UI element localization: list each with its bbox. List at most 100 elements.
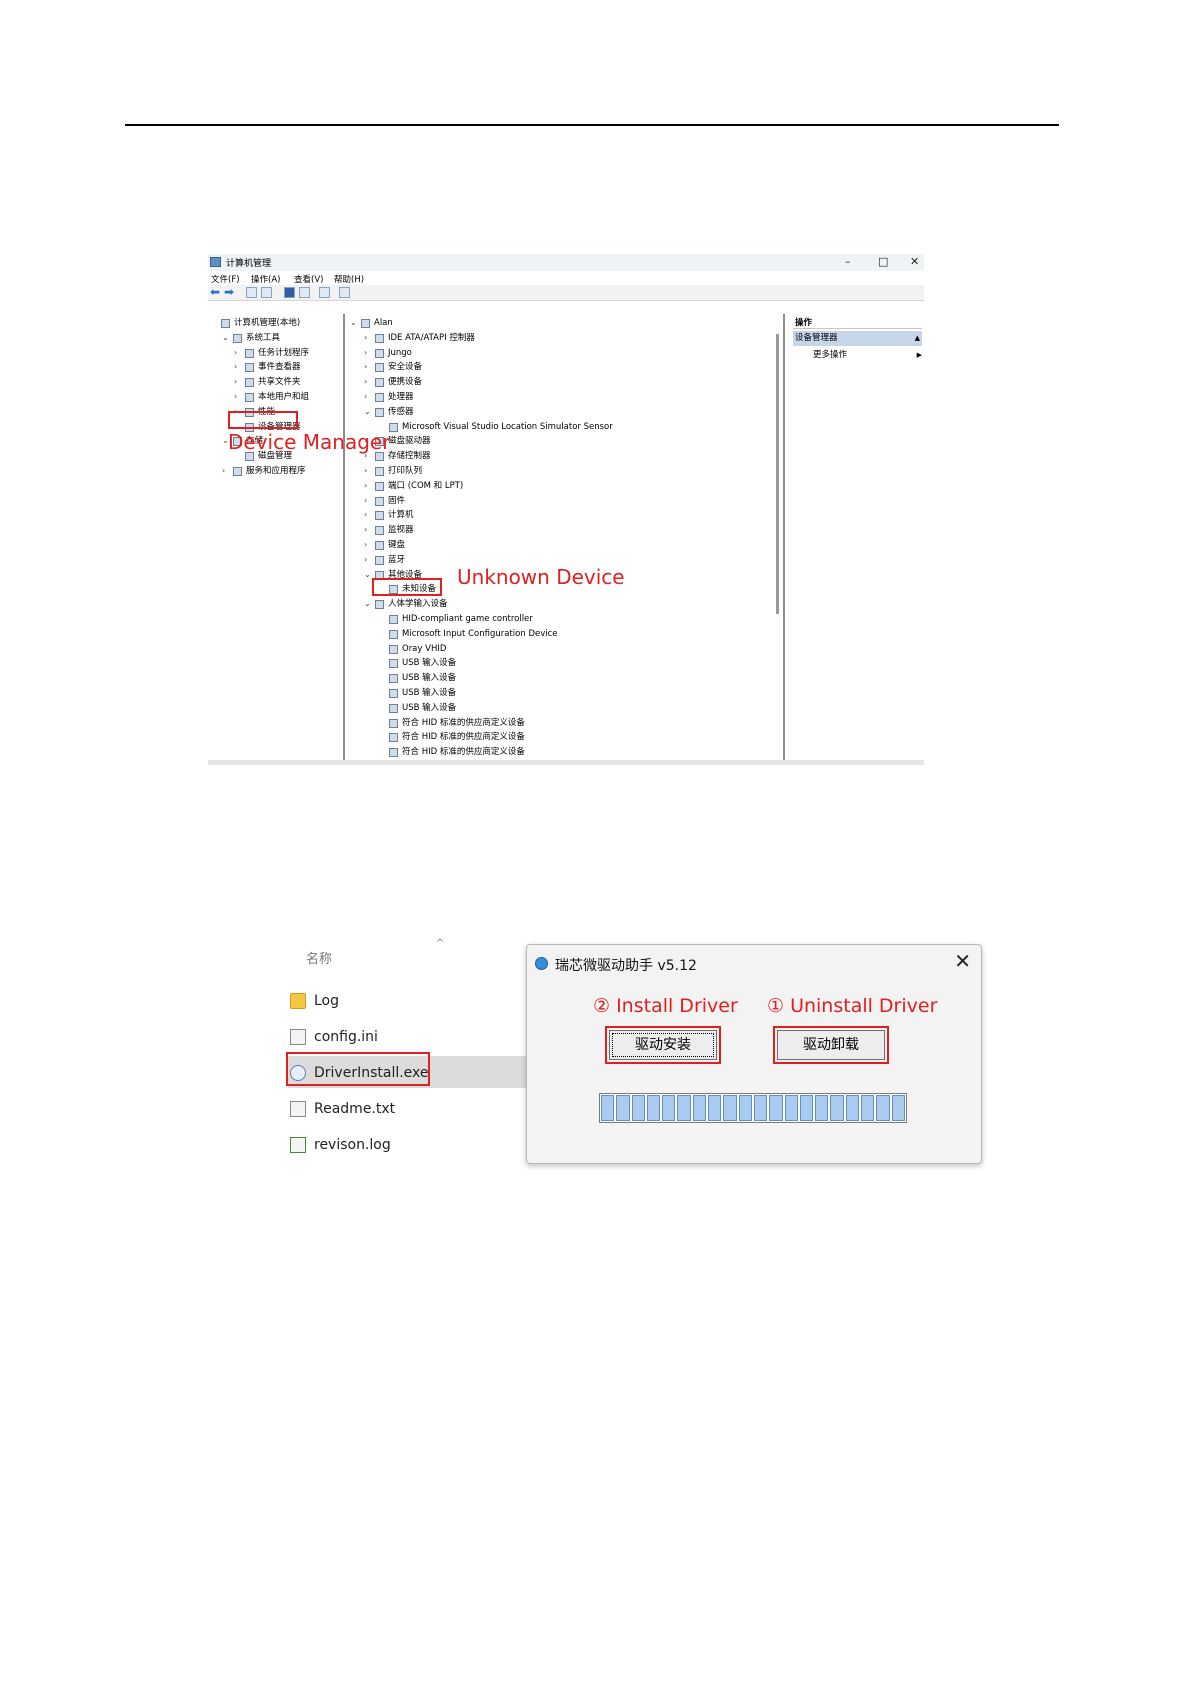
menu-help[interactable]: 帮助(H): [334, 273, 364, 285]
expand-chevron-icon[interactable]: ›: [364, 390, 372, 404]
window-title: 计算机管理: [226, 259, 272, 269]
expand-chevron-icon[interactable]: ›: [364, 360, 372, 374]
expand-chevron-icon[interactable]: ⌄: [364, 597, 372, 611]
device-category-icon: [361, 319, 370, 328]
expand-chevron-icon[interactable]: ›: [234, 360, 242, 374]
device-category-icon: [375, 555, 384, 565]
show-hide-tree-icon[interactable]: [261, 287, 272, 298]
progress-segment: [845, 1095, 860, 1121]
device-category-icon: [375, 511, 384, 521]
device-category-icon: [221, 319, 230, 328]
console-tree-pane: 计算机管理(本地) ⌄ 系统工具 › 任务计划程序 › 事件查看器 › 共享文件夹 › 本地用户和组…: [208, 314, 345, 760]
device-tree-label: 安全设备: [388, 362, 423, 373]
forward-arrow-icon[interactable]: ➡: [224, 285, 234, 299]
progress-segment: [738, 1095, 752, 1121]
minimize-button[interactable]: –: [845, 255, 851, 268]
text-file-icon: [290, 1101, 306, 1117]
help-icon[interactable]: [284, 287, 295, 298]
device-category-icon: [375, 600, 384, 610]
device-category-icon: [389, 674, 398, 684]
expand-chevron-icon[interactable]: ›: [364, 346, 372, 360]
driverinstall-highlight: [286, 1052, 430, 1086]
expand-chevron-icon[interactable]: ⌄: [350, 316, 358, 330]
device-tree-label: Jungo: [388, 347, 412, 358]
config-file-icon: [290, 1029, 306, 1045]
sort-chevron-icon[interactable]: ^: [436, 938, 444, 949]
vertical-scrollbar[interactable]: [776, 334, 779, 614]
device-tree-label: 打印队列: [388, 466, 423, 476]
actions-selected-item[interactable]: 设备管理器 ▲: [793, 331, 922, 346]
expand-chevron-icon[interactable]: ›: [222, 464, 230, 478]
device-tree-label: Microsoft Visual Studio Location Simulat…: [402, 421, 613, 432]
device-category-icon: [389, 615, 398, 624]
device-tree-label: Alan: [374, 318, 393, 328]
menu-view[interactable]: 查看(V): [294, 273, 323, 285]
collapse-icon[interactable]: ▲: [915, 331, 920, 346]
device-category-icon: [245, 348, 254, 358]
expand-chevron-icon[interactable]: ›: [234, 346, 242, 360]
device-category-icon: [375, 407, 384, 417]
device-tree-label: 键盘: [388, 540, 406, 550]
expand-chevron-icon[interactable]: ›: [364, 375, 372, 389]
device-category-icon: [375, 526, 384, 536]
expand-chevron-icon[interactable]: ⌄: [222, 331, 230, 345]
file-name: Readme.txt: [314, 1101, 396, 1117]
device-category-icon: [375, 378, 384, 388]
dialog-close-button[interactable]: ✕: [954, 949, 971, 973]
device-category-icon: [389, 644, 398, 654]
maximize-button[interactable]: □: [878, 255, 888, 268]
expand-chevron-icon[interactable]: ›: [364, 331, 372, 345]
device-tree-label: USB 输入设备: [402, 688, 457, 698]
actions-header: 操作: [793, 316, 922, 329]
device-category-icon: [375, 393, 384, 402]
progress-segment: [753, 1095, 768, 1121]
expand-chevron-icon[interactable]: ›: [234, 390, 242, 404]
menu-bar: 文件(F) 操作(A) 查看(V) 帮助(H): [208, 271, 924, 285]
submenu-arrow-icon: ▶: [916, 351, 922, 359]
device-category-icon: [375, 363, 384, 373]
progress-segment: [662, 1095, 676, 1121]
expand-chevron-icon[interactable]: ›: [364, 538, 372, 552]
expand-chevron-icon[interactable]: ›: [364, 464, 372, 478]
back-arrow-icon[interactable]: ⬅: [210, 285, 220, 299]
progress-segment: [815, 1095, 829, 1121]
device-tree-label: 符合 HID 标准的供应商定义设备: [402, 717, 525, 728]
menu-file[interactable]: 文件(F): [211, 273, 240, 285]
menu-action[interactable]: 操作(A): [251, 273, 280, 285]
device-category-icon: [375, 541, 384, 550]
expand-chevron-icon[interactable]: ›: [234, 375, 242, 389]
uninstall-driver-annotation: ① Uninstall Driver: [767, 995, 938, 1017]
device-category-icon: [375, 481, 384, 491]
console-tree-label: 任务计划程序: [258, 347, 310, 358]
expand-chevron-icon[interactable]: ›: [364, 508, 372, 522]
device-tree-label: HID-compliant game controller: [402, 614, 533, 624]
expand-chevron-icon[interactable]: ›: [364, 479, 372, 493]
file-name: config.ini: [314, 1029, 378, 1045]
expand-chevron-icon[interactable]: ›: [364, 553, 372, 567]
up-folder-icon[interactable]: [246, 287, 257, 298]
console-tree-label: 系统工具: [246, 332, 281, 343]
file-list-column-name[interactable]: 名称: [306, 948, 332, 967]
monitor-icon[interactable]: [339, 287, 350, 298]
more-actions-item[interactable]: 更多操作 ▶: [813, 348, 922, 362]
file-name: revison.log: [314, 1137, 391, 1153]
expand-chevron-icon[interactable]: ›: [364, 494, 372, 508]
device-manager-annotation: Device Manager: [228, 430, 391, 454]
uninstall-button-highlight: [773, 1026, 889, 1064]
console-tree-label: 事件查看器: [258, 362, 301, 373]
expand-chevron-icon[interactable]: ⌄: [364, 568, 372, 582]
computer-management-window: 计算机管理 – □ ✕ 文件(F) 操作(A) 查看(V) 帮助(H) ⬅ ➡ …: [208, 254, 924, 765]
rockchip-app-icon: [535, 957, 548, 970]
expand-chevron-icon[interactable]: ⌄: [364, 405, 372, 419]
print-icon[interactable]: [319, 287, 330, 298]
progress-segment: [646, 1095, 661, 1121]
device-tree-label: 计算机: [388, 510, 414, 521]
device-tree-label: 传感器: [388, 406, 414, 417]
properties-icon[interactable]: [299, 287, 310, 298]
close-button[interactable]: ✕: [910, 255, 919, 268]
device-category-icon: [389, 629, 398, 639]
device-tree-label: USB 输入设备: [402, 702, 457, 713]
expand-chevron-icon[interactable]: ›: [364, 523, 372, 537]
actions-selected-label: 设备管理器: [795, 333, 838, 343]
device-tree-label: 固件: [388, 495, 406, 506]
